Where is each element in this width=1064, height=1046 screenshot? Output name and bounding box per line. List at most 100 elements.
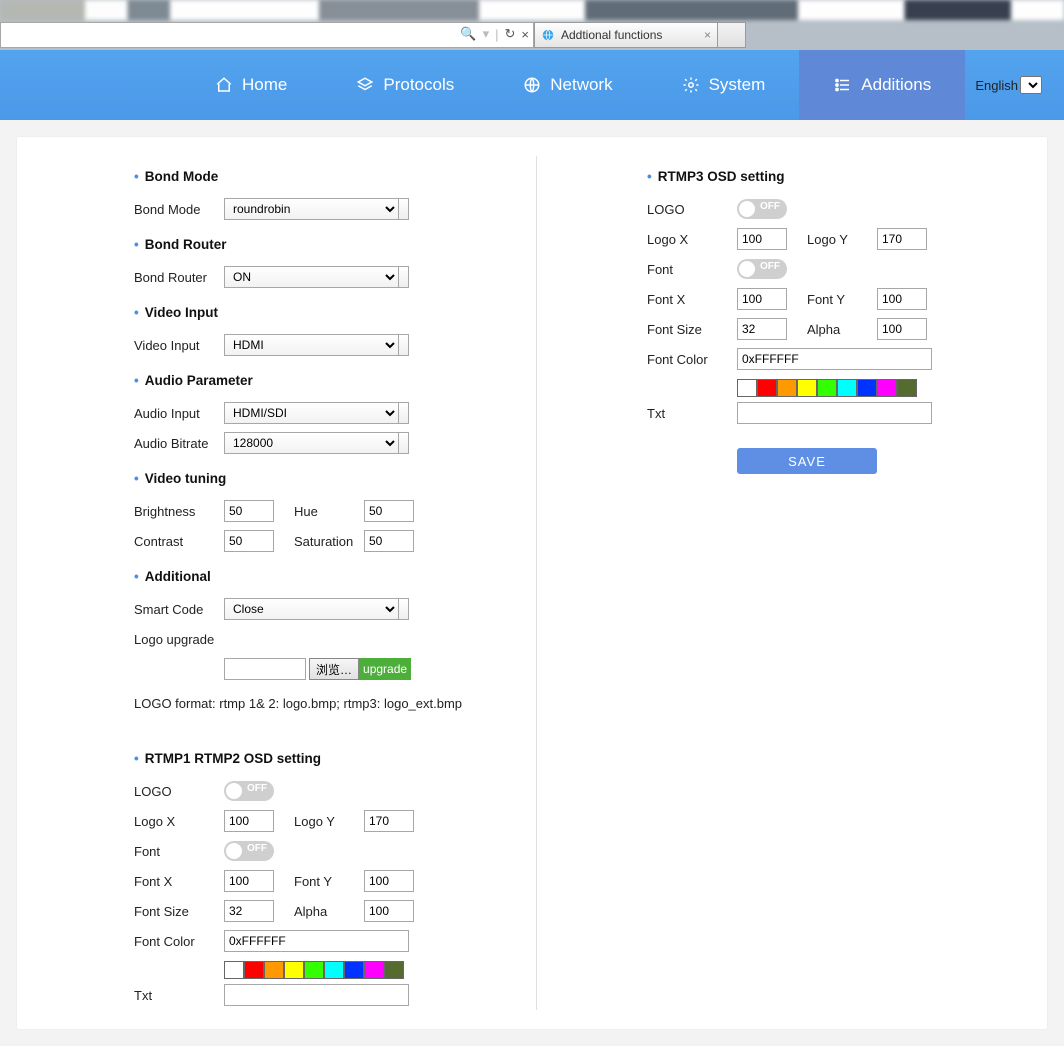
osd3-alpha-input[interactable] bbox=[877, 318, 927, 340]
osd3-txt-input[interactable] bbox=[737, 402, 932, 424]
bond-mode-label: Bond Mode bbox=[134, 202, 224, 217]
nav-additions[interactable]: Additions bbox=[799, 50, 965, 120]
color-swatch[interactable] bbox=[264, 961, 284, 979]
color-swatch[interactable] bbox=[777, 379, 797, 397]
audio-bitrate-select[interactable]: 128000 bbox=[224, 432, 399, 454]
osd3-fontcolor-input[interactable] bbox=[737, 348, 932, 370]
saturation-label: Saturation bbox=[294, 534, 364, 549]
osd1-fonty-label: Font Y bbox=[294, 874, 364, 889]
osd3-fontx-input[interactable] bbox=[737, 288, 787, 310]
osd3-heading: •RTMP3 OSD setting bbox=[647, 169, 1048, 184]
osd1-fonty-input[interactable] bbox=[364, 870, 414, 892]
video-tuning-heading: •Video tuning bbox=[134, 471, 536, 486]
video-input-label: Video Input bbox=[134, 338, 224, 353]
color-swatch[interactable] bbox=[757, 379, 777, 397]
close-icon[interactable]: × bbox=[704, 28, 711, 42]
osd1-txt-input[interactable] bbox=[224, 984, 409, 1006]
nav-additions-label: Additions bbox=[861, 75, 931, 95]
content-card: •Bond Mode Bond Mode roundrobin •Bond Ro… bbox=[16, 136, 1048, 1030]
color-swatch[interactable] bbox=[837, 379, 857, 397]
bond-router-heading: •Bond Router bbox=[134, 237, 536, 252]
osd1-fontsize-label: Font Size bbox=[134, 904, 224, 919]
new-tab-button[interactable] bbox=[718, 22, 746, 48]
select-handle[interactable] bbox=[399, 266, 409, 288]
osd1-font-toggle[interactable]: OFF bbox=[224, 841, 274, 861]
home-icon bbox=[214, 76, 234, 94]
globe-icon bbox=[522, 76, 542, 94]
select-handle[interactable] bbox=[399, 334, 409, 356]
file-path-box bbox=[224, 658, 306, 680]
audio-input-select[interactable]: HDMI/SDI bbox=[224, 402, 399, 424]
color-swatch[interactable] bbox=[244, 961, 264, 979]
brightness-input[interactable] bbox=[224, 500, 274, 522]
bond-router-select[interactable]: ON bbox=[224, 266, 399, 288]
osd1-logoy-input[interactable] bbox=[364, 810, 414, 832]
color-swatch[interactable] bbox=[877, 379, 897, 397]
select-handle[interactable] bbox=[399, 198, 409, 220]
bond-router-label: Bond Router bbox=[134, 270, 224, 285]
color-swatch[interactable] bbox=[817, 379, 837, 397]
osd3-font-toggle[interactable]: OFF bbox=[737, 259, 787, 279]
color-swatch[interactable] bbox=[324, 961, 344, 979]
layers-icon bbox=[355, 76, 375, 94]
osd3-fonty-input[interactable] bbox=[877, 288, 927, 310]
osd1-font-label: Font bbox=[134, 844, 224, 859]
osd1-logoy-label: Logo Y bbox=[294, 814, 364, 829]
nav-home-label: Home bbox=[242, 75, 287, 95]
save-button[interactable]: SAVE bbox=[737, 448, 877, 474]
nav-network[interactable]: Network bbox=[488, 50, 646, 120]
osd1-fontsize-input[interactable] bbox=[224, 900, 274, 922]
osd1-alpha-label: Alpha bbox=[294, 904, 364, 919]
osd3-fontcolor-label: Font Color bbox=[647, 352, 737, 367]
color-swatch[interactable] bbox=[797, 379, 817, 397]
contrast-label: Contrast bbox=[134, 534, 224, 549]
color-swatch[interactable] bbox=[364, 961, 384, 979]
nav-system[interactable]: System bbox=[647, 50, 800, 120]
osd3-fontsize-input[interactable] bbox=[737, 318, 787, 340]
address-bar[interactable]: 🔍 ▾ | ↻ × bbox=[0, 22, 534, 48]
tab-bar: Addtional functions × bbox=[534, 22, 746, 48]
brightness-label: Brightness bbox=[134, 504, 224, 519]
stop-icon[interactable]: × bbox=[521, 27, 529, 42]
color-swatch[interactable] bbox=[737, 379, 757, 397]
language-dropdown[interactable] bbox=[1020, 76, 1042, 94]
language-selector[interactable]: English bbox=[975, 76, 1042, 94]
select-handle[interactable] bbox=[399, 598, 409, 620]
osd1-fontcolor-input[interactable] bbox=[224, 930, 409, 952]
osd3-logo-label: LOGO bbox=[647, 202, 737, 217]
osd1-alpha-input[interactable] bbox=[364, 900, 414, 922]
color-swatch[interactable] bbox=[384, 961, 404, 979]
bond-mode-select[interactable]: roundrobin bbox=[224, 198, 399, 220]
color-swatch[interactable] bbox=[224, 961, 244, 979]
contrast-input[interactable] bbox=[224, 530, 274, 552]
browser-tab[interactable]: Addtional functions × bbox=[534, 22, 718, 48]
osd1-logox-input[interactable] bbox=[224, 810, 274, 832]
osd1-fontx-label: Font X bbox=[134, 874, 224, 889]
osd1-fontcolor-label: Font Color bbox=[134, 934, 224, 949]
nav-protocols[interactable]: Protocols bbox=[321, 50, 488, 120]
select-handle[interactable] bbox=[399, 402, 409, 424]
osd3-logoy-input[interactable] bbox=[877, 228, 927, 250]
osd1-fontx-input[interactable] bbox=[224, 870, 274, 892]
video-input-select[interactable]: HDMI bbox=[224, 334, 399, 356]
osd1-logo-toggle[interactable]: OFF bbox=[224, 781, 274, 801]
color-swatch[interactable] bbox=[897, 379, 917, 397]
color-swatch[interactable] bbox=[857, 379, 877, 397]
search-icon[interactable]: 🔍 bbox=[460, 26, 476, 42]
select-handle[interactable] bbox=[399, 432, 409, 454]
smartcode-select[interactable]: Close bbox=[224, 598, 399, 620]
browse-button[interactable]: 浏览… bbox=[309, 658, 359, 680]
audio-input-label: Audio Input bbox=[134, 406, 224, 421]
nav-home[interactable]: Home bbox=[180, 50, 321, 120]
saturation-input[interactable] bbox=[364, 530, 414, 552]
osd3-logo-toggle[interactable]: OFF bbox=[737, 199, 787, 219]
upgrade-button[interactable]: upgrade bbox=[359, 658, 411, 680]
osd3-logoy-label: Logo Y bbox=[807, 232, 877, 247]
color-swatch[interactable] bbox=[344, 961, 364, 979]
osd3-logox-input[interactable] bbox=[737, 228, 787, 250]
color-swatch[interactable] bbox=[284, 961, 304, 979]
hue-input[interactable] bbox=[364, 500, 414, 522]
refresh-icon[interactable]: ↻ bbox=[505, 26, 516, 42]
bond-mode-heading: •Bond Mode bbox=[134, 169, 536, 184]
color-swatch[interactable] bbox=[304, 961, 324, 979]
